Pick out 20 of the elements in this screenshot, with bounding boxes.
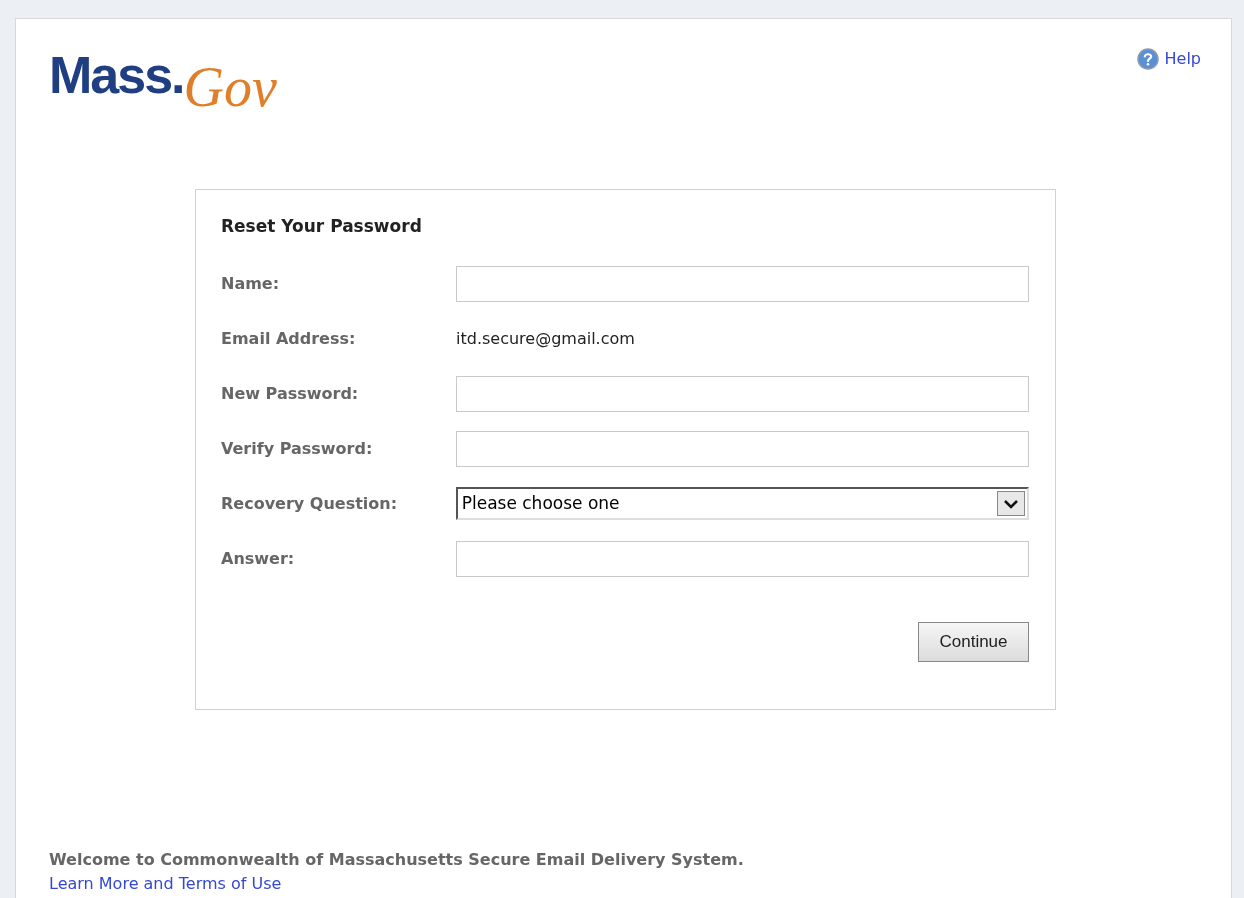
text-field[interactable] xyxy=(456,375,1029,412)
text-field[interactable] xyxy=(456,265,1029,302)
recovery-question-dropdown[interactable]: Please choose one xyxy=(455,487,1029,520)
text-field[interactable] xyxy=(456,540,1029,577)
text-field[interactable] xyxy=(456,430,1029,467)
form-title: Reset Your Password xyxy=(221,215,423,238)
field-label: Email Address: xyxy=(221,327,357,350)
help-link[interactable]: Help xyxy=(1136,47,1201,71)
field-label: Recovery Question: xyxy=(221,492,399,515)
email-value: itd.secure@gmail.com xyxy=(456,327,635,350)
field-label: Verify Password: xyxy=(221,437,374,460)
field-label: Answer: xyxy=(221,547,296,570)
logo: Mass.Gov xyxy=(49,45,277,120)
field-label: Name: xyxy=(221,272,281,295)
continue-button[interactable]: Continue xyxy=(918,621,1029,662)
field-label: New Password: xyxy=(221,382,360,405)
terms-link[interactable]: Learn More and Terms of Use xyxy=(49,872,1231,896)
welcome-text: Welcome to Commonwealth of Massachusetts Secure Email Delivery System. xyxy=(49,849,745,871)
help-icon xyxy=(1136,48,1159,70)
chevron-down-icon xyxy=(997,491,1025,516)
